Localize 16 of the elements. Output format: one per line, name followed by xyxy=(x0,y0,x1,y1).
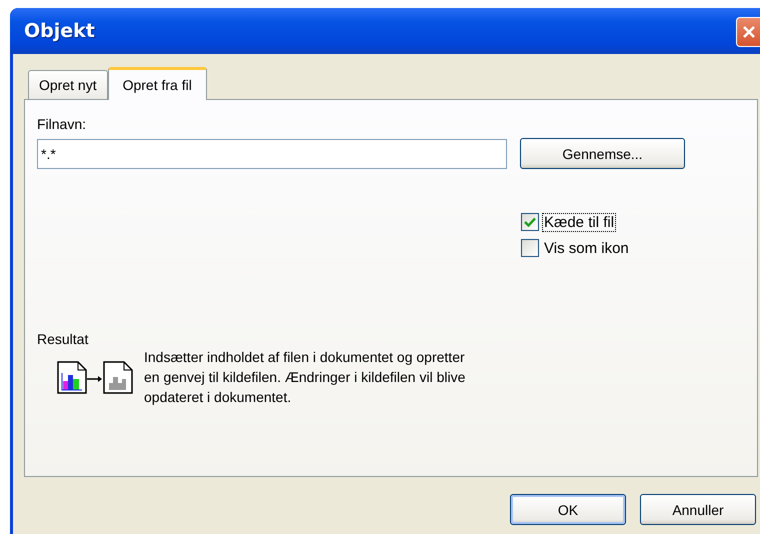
result-description: Indsætter indholdet af filen i dokumentet og opretter en genvej til kildefilen. Ændringer i kildefilen vil blive opdateret i dokumentet. xyxy=(144,348,466,407)
close-icon xyxy=(740,24,756,40)
tab[interactable]: Opret nyt xyxy=(28,70,108,99)
result-label: Resultat xyxy=(37,331,90,347)
checkbox-label[interactable]: Kæde til fil xyxy=(543,214,616,230)
filename-field[interactable]: *.* xyxy=(37,138,507,168)
checkbox-label[interactable]: Vis som ikon xyxy=(543,240,630,256)
window-title: Objekt xyxy=(24,20,95,42)
close-button[interactable] xyxy=(736,17,760,47)
field-label: Filnavn: xyxy=(37,116,88,132)
checkbox[interactable] xyxy=(521,213,539,231)
dialog-button[interactable]: Annuller xyxy=(640,494,756,525)
checkbox[interactable] xyxy=(521,239,539,257)
browse-button[interactable]: Gennemse... xyxy=(520,138,685,169)
dialog-button[interactable]: OK xyxy=(510,494,626,525)
tab[interactable]: Opret fra fil xyxy=(108,67,207,100)
